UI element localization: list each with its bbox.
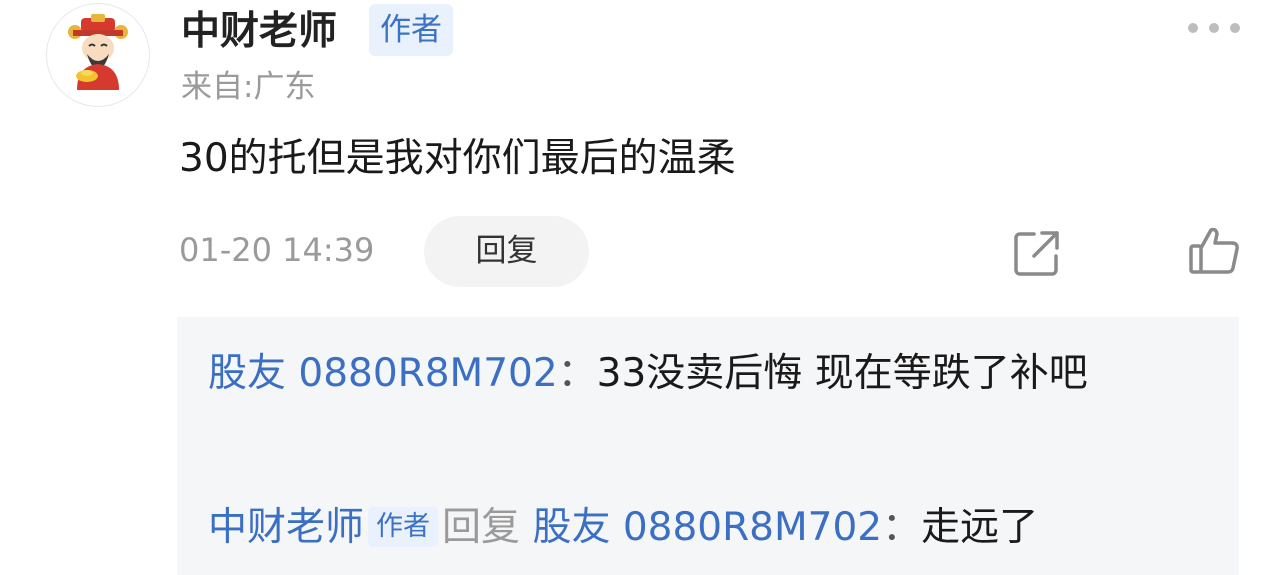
reply-item: 股友 0880R8M702：33没卖后悔 现在等跌了补吧 [208, 341, 1188, 407]
author-badge: 作者 [368, 506, 439, 547]
reply-separator: ： [557, 351, 597, 396]
reply-text: 走远了 [921, 505, 1039, 550]
reply-separator: ： [882, 505, 922, 550]
comment-timestamp: 01-20 14:39 [179, 231, 375, 269]
replies-panel: 股友 0880R8M702：33没卖后悔 现在等跌了补吧 中财老师 作者 回复 股友… [177, 317, 1239, 575]
fortune-god-avatar-icon [68, 14, 128, 90]
location-label: 来自:广东 [181, 69, 316, 105]
reply-text: 33没卖后悔 现在等跌了补吧 [596, 351, 1088, 396]
share-icon[interactable] [1012, 228, 1062, 278]
reply-item: 中财老师 作者 回复 股友 0880R8M702：走远了 [208, 495, 1038, 561]
author-badge: 作者 [369, 4, 453, 56]
thumbs-up-icon[interactable] [1188, 224, 1240, 276]
reply-button[interactable]: 回复 [424, 216, 589, 287]
reply-verb: 回复 [442, 505, 521, 550]
more-dots-icon[interactable] [1188, 14, 1240, 42]
comment-text: 30的托但是我对你们最后的温柔 [179, 136, 736, 181]
author-name[interactable]: 中财老师 [181, 6, 337, 58]
reply-user-link[interactable]: 中财老师 [208, 505, 364, 550]
avatar[interactable] [46, 3, 150, 107]
reply-user-link[interactable]: 股友 0880R8M702 [208, 351, 558, 396]
reply-target-link[interactable]: 股友 0880R8M702 [532, 505, 882, 550]
